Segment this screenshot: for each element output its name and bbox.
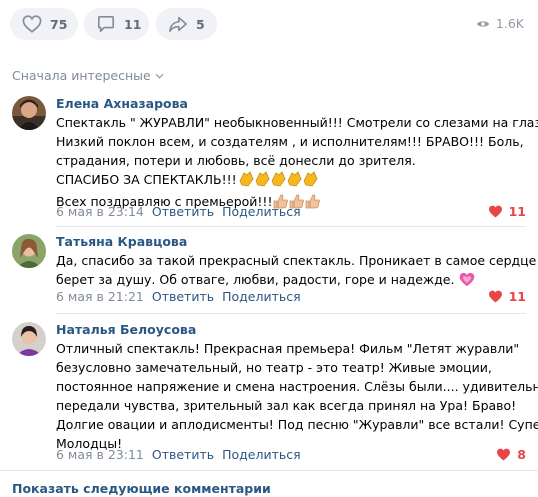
- show-more-comments-link[interactable]: Показать следующие комментарии: [12, 481, 271, 496]
- comments-footer-divider: [0, 470, 538, 471]
- comments-sort-dropdown[interactable]: Сначала интересные: [12, 68, 164, 83]
- avatar[interactable]: [12, 234, 46, 268]
- share-comment-button[interactable]: Поделиться: [222, 447, 301, 463]
- reply-button[interactable]: Ответить: [152, 447, 214, 463]
- heart-filled-icon: [488, 205, 502, 218]
- comment-divider: [56, 313, 526, 314]
- sparkling-heart-emoji: [459, 272, 475, 292]
- comment-count: 11: [124, 16, 142, 32]
- comment-text-line-with-emoji: СПАСИБО ЗА СПЕКТАКЛЬ!!!: [56, 170, 526, 192]
- comment-button[interactable]: 11: [84, 8, 149, 40]
- comment-date[interactable]: 6 мая в 23:11: [56, 447, 144, 463]
- comment-text: Спектакль " ЖУРАВЛИ" необыкновенный!!! С…: [56, 113, 538, 214]
- comment-text: Да, спасибо за такой прекрасный спектакл…: [56, 251, 538, 292]
- heart-filled-icon: [488, 290, 502, 303]
- views-count: 1.6K: [495, 16, 524, 31]
- reply-button[interactable]: Ответить: [152, 289, 214, 305]
- sort-label: Сначала интересные: [12, 68, 151, 83]
- comment-like-button[interactable]: 8: [496, 447, 526, 462]
- comment-text-line: безусловно замечательный, но театр - это…: [56, 360, 492, 375]
- comment-text-line: СПАСИБО ЗА СПЕКТАКЛЬ!!!: [56, 172, 237, 187]
- comment-divider: [56, 226, 526, 227]
- share-comment-button[interactable]: Поделиться: [222, 289, 301, 305]
- comment-like-count: 11: [508, 289, 526, 304]
- comment-meta: 6 мая в 21:21 Ответить Поделиться: [56, 289, 309, 305]
- heart-filled-icon: [497, 448, 511, 461]
- comment-meta: 6 мая в 23:11 Ответить Поделиться: [56, 447, 309, 463]
- avatar[interactable]: [12, 322, 46, 356]
- comment-like-button[interactable]: 11: [488, 204, 526, 219]
- views-counter: 1.6K: [476, 16, 524, 31]
- clapping-hands-emoji-group: [238, 171, 318, 192]
- comment-text-line: Отличный спектакль! Прекрасная премьера!…: [56, 341, 520, 356]
- comment-text-line: Долгие овации и аплодисменты! Под песню …: [56, 417, 538, 432]
- share-comment-button[interactable]: Поделиться: [222, 204, 301, 220]
- comment-text-line: передали чувства, зрительный зал как все…: [56, 398, 517, 413]
- comment-like-button[interactable]: 11: [488, 289, 526, 304]
- reply-button[interactable]: Ответить: [152, 204, 214, 220]
- comment-item: Елена Ахназарова Спектакль " ЖУРАВЛИ" не…: [12, 96, 538, 221]
- comment-icon: [96, 14, 116, 34]
- chevron-down-icon: [155, 73, 164, 79]
- comment-text-line: берет за душу. Об отваге, любви, радости…: [56, 272, 455, 287]
- eye-icon: [476, 20, 490, 27]
- comment-text-line: Да, спасибо за такой прекрасный спектакл…: [56, 253, 538, 268]
- comment-text-line: Низкий поклон всем, и создателям , и исп…: [56, 134, 524, 149]
- comment-like-count: 11: [508, 204, 526, 219]
- comment-author[interactable]: Наталья Белоусова: [56, 322, 196, 338]
- comment-date[interactable]: 6 мая в 21:21: [56, 289, 144, 305]
- comment-text: Отличный спектакль! Прекрасная премьера!…: [56, 339, 538, 453]
- share-arrow-icon: [168, 14, 188, 34]
- like-count: 75: [50, 16, 68, 32]
- comment-author[interactable]: Елена Ахназарова: [56, 96, 188, 112]
- like-button[interactable]: 75: [10, 8, 78, 40]
- share-count: 5: [196, 16, 205, 32]
- comment-date[interactable]: 6 мая в 23:14: [56, 204, 144, 220]
- comment-like-count: 8: [517, 447, 526, 462]
- avatar[interactable]: [12, 96, 46, 130]
- post-actions-bar: 75 11 5 1.6K: [0, 0, 538, 58]
- comment-author[interactable]: Татьяна Кравцова: [56, 234, 187, 250]
- comment-text-line: постоянное напряжение и смена настроения…: [56, 379, 538, 394]
- comment-text-line: Спектакль " ЖУРАВЛИ" необыкновенный!!! С…: [56, 115, 538, 130]
- comment-text-line: страдания, потери и любовь, всё донесли …: [56, 153, 416, 168]
- comment-item: Наталья Белоусова Отличный спектакль! Пр…: [12, 322, 538, 464]
- heart-outline-icon: [22, 14, 42, 34]
- comment-item: Татьяна Кравцова Да, спасибо за такой пр…: [12, 234, 538, 309]
- comment-meta: 6 мая в 23:14 Ответить Поделиться: [56, 204, 309, 220]
- share-button[interactable]: 5: [156, 8, 217, 40]
